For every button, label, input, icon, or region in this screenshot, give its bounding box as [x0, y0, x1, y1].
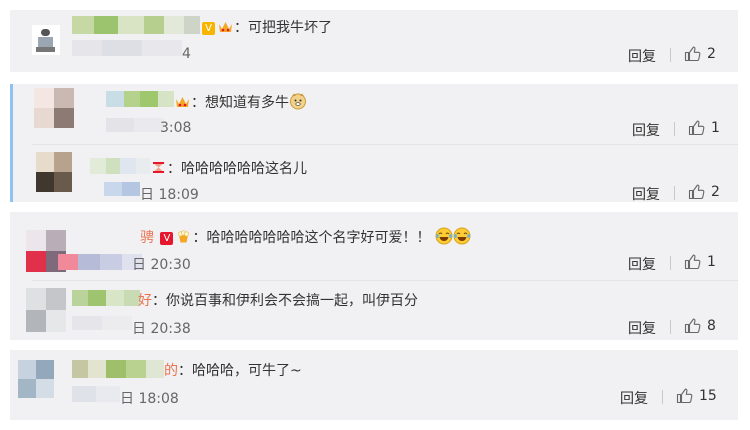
comment-time: 4	[182, 46, 191, 62]
meta-mosaic	[104, 182, 140, 196]
like-button[interactable]: 2	[684, 45, 716, 62]
comment-text: V ：可把我牛坏了	[200, 17, 332, 37]
meta-mosaic	[72, 40, 182, 56]
comment-time: 日 18:08	[120, 391, 179, 407]
comment-text: ：想知道有多牛	[174, 92, 307, 112]
avatar[interactable]	[36, 152, 72, 192]
meta-mosaic	[106, 118, 164, 132]
divider	[670, 320, 671, 334]
thumbs-up-icon	[676, 388, 693, 404]
avatar[interactable]	[26, 288, 66, 332]
thumbs-up-icon	[688, 120, 705, 136]
comment-text: 好：你说百事和伊利会不会搞一起，叫伊百分	[138, 293, 418, 309]
reply-button[interactable]: 回复	[632, 184, 660, 204]
comment-card-1: V ：可把我牛坏了 4 回复 2	[10, 10, 738, 72]
like-count: 15	[699, 387, 717, 404]
like-button[interactable]: 1	[684, 253, 716, 270]
laugh-cry-emoji-icon	[453, 227, 471, 245]
avatar[interactable]	[18, 360, 54, 398]
reply-button[interactable]: 回复	[628, 46, 656, 66]
username-mosaic[interactable]	[72, 290, 140, 306]
reply-button[interactable]: 回复	[632, 120, 660, 140]
hourglass-icon	[153, 162, 164, 173]
crown-icon	[219, 22, 232, 32]
thread-accent-bar	[10, 84, 13, 202]
like-button[interactable]: 1	[688, 119, 720, 136]
thumbs-up-icon	[684, 318, 701, 334]
comment-time: 日 20:30	[132, 257, 191, 273]
username-fragment[interactable]: 骋	[140, 230, 154, 246]
popcorn-icon	[178, 230, 190, 243]
crown-icon	[176, 97, 189, 107]
reply-button[interactable]: 回复	[628, 318, 656, 338]
reply-button[interactable]: 回复	[628, 254, 656, 274]
like-count: 8	[707, 317, 716, 334]
divider	[670, 256, 671, 270]
comment-time: 3:08	[160, 120, 192, 136]
comment-text: ：哈哈哈哈哈哈这名儿	[150, 158, 307, 178]
divider	[674, 122, 675, 136]
row-divider	[32, 280, 738, 281]
reply-button[interactable]: 回复	[620, 388, 648, 408]
like-count: 2	[707, 45, 716, 62]
username-fragment[interactable]: 好	[138, 293, 152, 309]
like-count: 2	[711, 183, 720, 200]
like-button[interactable]: 15	[676, 387, 717, 404]
doge-emoji-icon	[290, 93, 306, 110]
meta-mosaic	[72, 316, 132, 330]
row-divider	[32, 144, 738, 145]
avatar[interactable]	[32, 25, 60, 55]
divider	[670, 48, 671, 62]
comment-card-2: ：想知道有多牛 3:08 回复 1 ：哈哈哈哈哈哈这名儿 日 18:09 回复 …	[10, 84, 738, 204]
thumbs-up-icon	[684, 254, 701, 270]
meta-mosaic	[72, 386, 120, 402]
comment-time: 日 20:38	[132, 321, 191, 337]
v-icon: V	[160, 232, 174, 245]
avatar[interactable]	[34, 88, 74, 128]
thumbs-up-icon	[684, 46, 701, 62]
like-count: 1	[711, 119, 720, 136]
thumbs-up-icon	[688, 184, 705, 200]
comment-text: 骋 V ：哈哈哈哈哈哈哈这个名字好可爱！！	[140, 227, 471, 247]
divider	[674, 186, 675, 200]
comment-text: 的：哈哈哈，可牛了~	[164, 363, 302, 379]
username-mosaic[interactable]	[90, 158, 150, 174]
v-icon: V	[202, 22, 215, 35]
username-mosaic[interactable]	[72, 360, 164, 378]
divider	[662, 390, 663, 404]
username-mosaic[interactable]	[106, 91, 174, 107]
like-button[interactable]: 2	[688, 183, 720, 200]
comment-card-3: 骋 V ：哈哈哈哈哈哈哈这个名字好可爱！！ 日 20:30 回复 1 好：你说百事…	[10, 212, 738, 340]
username-mosaic[interactable]	[58, 254, 142, 270]
username-mosaic[interactable]	[72, 16, 200, 34]
username-fragment[interactable]: 的	[164, 363, 178, 379]
comment-time: 日 18:09	[140, 187, 199, 203]
laugh-cry-emoji-icon	[435, 227, 453, 245]
like-count: 1	[707, 253, 716, 270]
comment-card-4: 的：哈哈哈，可牛了~ 日 18:08 回复 15	[10, 350, 738, 420]
like-button[interactable]: 8	[684, 317, 716, 334]
